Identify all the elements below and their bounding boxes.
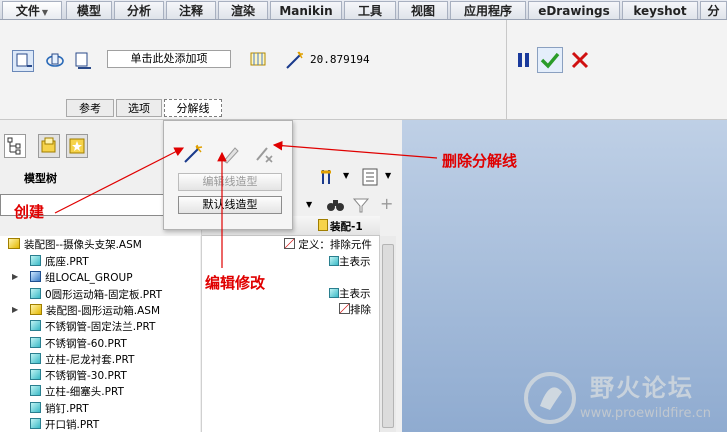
- annotation-delete: 删除分解线: [442, 152, 518, 170]
- watermark-title: 野火论坛: [590, 374, 694, 402]
- annotation-edit: 编辑修改: [205, 274, 266, 292]
- watermark-logo-icon: [524, 372, 576, 424]
- watermark-url: www.proewildfire.cn: [580, 406, 711, 421]
- annotation-create: 创建: [14, 203, 45, 221]
- delete-arrow: [272, 140, 438, 159]
- forum-watermark: 野火论坛 www.proewildfire.cn: [518, 366, 722, 428]
- create-arrow: [54, 147, 185, 214]
